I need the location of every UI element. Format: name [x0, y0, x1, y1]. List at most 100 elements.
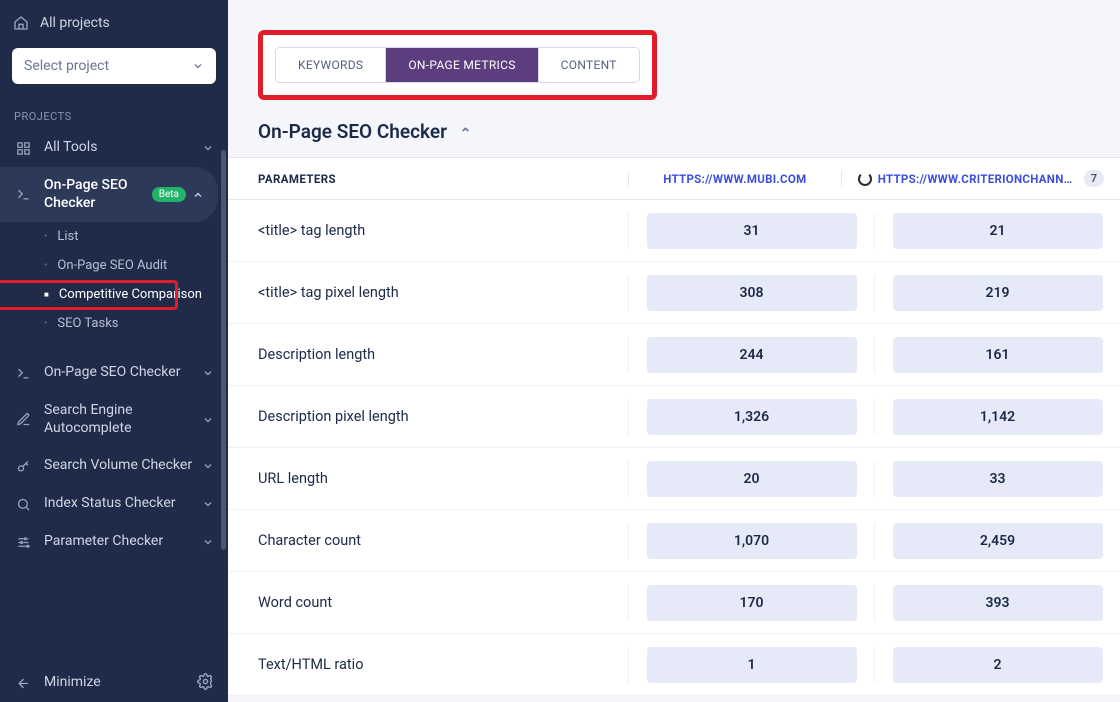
- table-row: Character count 1,070 2,459: [228, 510, 1120, 572]
- value-pill: 31: [647, 213, 857, 249]
- cell-site2: 1,142: [874, 399, 1120, 435]
- tabs-wrapper: KEYWORDS ON-PAGE METRICS CONTENT: [228, 0, 1120, 118]
- minimize-button[interactable]: Minimize: [0, 664, 228, 702]
- sub-comparison-label: Competitive Comparison: [59, 287, 202, 302]
- value-pill: 393: [893, 585, 1103, 621]
- gear-icon[interactable]: [197, 673, 214, 690]
- search-icon: [14, 495, 32, 513]
- value-pill: 33: [893, 461, 1103, 497]
- param-label: Character count: [228, 532, 628, 549]
- sub-item-audit[interactable]: On-Page SEO Audit: [26, 251, 228, 280]
- cell-site2: 2,459: [874, 523, 1120, 559]
- header-site-1[interactable]: HTTPS://WWW.MUBI.COM: [628, 172, 841, 186]
- sidebar-item-volume-checker[interactable]: Search Volume Checker: [0, 447, 228, 485]
- sidebar-scrollbar[interactable]: [221, 150, 226, 550]
- home-icon: [12, 14, 30, 32]
- cell-site2: 161: [874, 337, 1120, 373]
- table-row: Text/HTML ratio 12: [228, 634, 1120, 696]
- projects-section-label: PROJECTS: [0, 92, 228, 129]
- table-body: <title> tag length 31 21 <title> tag pixel …: [228, 200, 1120, 696]
- value-pill: 21: [893, 213, 1103, 249]
- value-pill: 1,070: [647, 523, 857, 559]
- index-label: Index Status Checker: [44, 495, 202, 513]
- sidebar-item-autocomplete[interactable]: Search Engine Autocomplete: [0, 392, 228, 447]
- select-project-placeholder: Select project: [24, 58, 109, 74]
- tabs: KEYWORDS ON-PAGE METRICS CONTENT: [275, 47, 640, 83]
- tab-keywords[interactable]: KEYWORDS: [276, 48, 386, 82]
- value-pill: 2: [893, 647, 1103, 683]
- param-label: URL length: [228, 470, 628, 487]
- parameter-label: Parameter Checker: [44, 533, 202, 551]
- sub-list-label: List: [57, 229, 78, 244]
- chevron-down-icon: [202, 498, 214, 510]
- sidebar-item-index-status[interactable]: Index Status Checker: [0, 485, 228, 523]
- panel-title-row[interactable]: On-Page SEO Checker ⌃: [228, 118, 1120, 157]
- sub-item-list[interactable]: List: [26, 222, 228, 251]
- grid-icon: [14, 139, 32, 157]
- sidebar-item-parameter-checker[interactable]: Parameter Checker: [0, 523, 228, 561]
- key-icon: [14, 457, 32, 475]
- value-pill: 1,326: [647, 399, 857, 435]
- value-pill: 161: [893, 337, 1103, 373]
- cell-site1: 1,326: [628, 399, 874, 435]
- cell-site2: 2: [874, 647, 1120, 683]
- param-label: Description length: [228, 346, 628, 363]
- tab-content[interactable]: CONTENT: [539, 48, 639, 82]
- sliders-icon: [14, 533, 32, 551]
- cell-site2: 219: [874, 275, 1120, 311]
- table-row: URL length 20 33: [228, 448, 1120, 510]
- all-projects-link[interactable]: All projects: [0, 0, 228, 40]
- sub-item-tasks[interactable]: SEO Tasks: [26, 309, 228, 338]
- header-site-2[interactable]: HTTPS://WWW.CRITERIONCHANNE… 7: [841, 170, 1120, 187]
- cell-site2: 33: [874, 461, 1120, 497]
- cell-site1: 31: [628, 213, 874, 249]
- loading-spinner-icon: [858, 172, 872, 186]
- value-pill: 219: [893, 275, 1103, 311]
- autocomplete-label: Search Engine Autocomplete: [44, 402, 202, 437]
- value-pill: 20: [647, 461, 857, 497]
- sidebar: All projects Select project PROJECTS All…: [0, 0, 228, 702]
- param-label: <title> tag pixel length: [228, 284, 628, 301]
- main-content: KEYWORDS ON-PAGE METRICS CONTENT On-Page…: [228, 0, 1120, 702]
- value-pill: 1: [647, 647, 857, 683]
- header-parameters: PARAMETERS: [228, 172, 628, 186]
- site1-url: HTTPS://WWW.MUBI.COM: [663, 172, 806, 186]
- table-row: <title> tag pixel length 308 219: [228, 262, 1120, 324]
- cell-site1: 308: [628, 275, 874, 311]
- all-projects-label: All projects: [40, 15, 216, 31]
- tabs-highlight-box: KEYWORDS ON-PAGE METRICS CONTENT: [258, 30, 657, 100]
- tab-onpage-metrics[interactable]: ON-PAGE METRICS: [386, 48, 538, 82]
- table-header: PARAMETERS HTTPS://WWW.MUBI.COM HTTPS://…: [228, 158, 1120, 200]
- select-project-dropdown[interactable]: Select project: [12, 48, 216, 84]
- chevron-down-icon: [202, 142, 214, 154]
- onpage-subitems: List On-Page SEO Audit Competitive Compa…: [0, 222, 228, 338]
- table-row: Word count170393: [228, 572, 1120, 634]
- sidebar-item-onpage-seo-checker-2[interactable]: On-Page SEO Checker: [0, 354, 228, 392]
- cell-site1: 20: [628, 461, 874, 497]
- panel-title: On-Page SEO Checker ⌃: [258, 120, 471, 143]
- cell-site2: 393: [874, 585, 1120, 621]
- arrow-left-icon: [14, 674, 32, 692]
- chevron-down-icon: [192, 60, 204, 72]
- value-pill: 2,459: [893, 523, 1103, 559]
- sidebar-item-all-tools[interactable]: All Tools: [0, 129, 228, 167]
- param-label: <title> tag length: [228, 222, 628, 239]
- cell-site1: 1,070: [628, 523, 874, 559]
- cell-site2: 21: [874, 213, 1120, 249]
- table-row: Description length 244 161: [228, 324, 1120, 386]
- site2-url: HTTPS://WWW.CRITERIONCHANNE…: [878, 172, 1078, 186]
- sub-item-comparison[interactable]: Competitive Comparison: [26, 280, 228, 309]
- param-label: Text/HTML ratio: [228, 656, 628, 673]
- value-pill: 1,142: [893, 399, 1103, 435]
- onpage2-label: On-Page SEO Checker: [44, 364, 202, 382]
- site2-count-badge: 7: [1084, 170, 1104, 187]
- minimize-label: Minimize: [44, 674, 214, 692]
- value-pill: 308: [647, 275, 857, 311]
- sidebar-item-onpage-seo-checker[interactable]: On-Page SEO Checker Beta: [0, 167, 218, 222]
- table-row: <title> tag length 31 21: [228, 200, 1120, 262]
- param-label: Description pixel length: [228, 408, 628, 425]
- chevron-down-icon: [202, 414, 214, 426]
- chevron-down-icon: [202, 367, 214, 379]
- all-tools-label: All Tools: [44, 139, 202, 157]
- value-pill: 244: [647, 337, 857, 373]
